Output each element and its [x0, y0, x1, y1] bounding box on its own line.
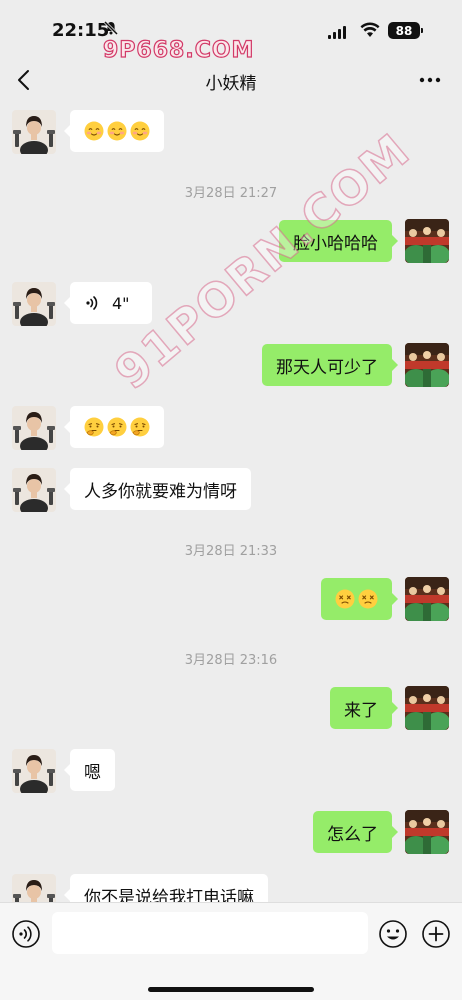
message-text: 怎么了	[327, 824, 378, 845]
my-avatar[interactable]	[405, 810, 449, 854]
cellular-signal-icon	[328, 26, 346, 39]
message-text: 嗯	[84, 762, 101, 783]
voice-message-bubble[interactable]: 4"	[64, 282, 152, 324]
contact-avatar[interactable]	[12, 874, 56, 902]
message-bubble[interactable]: 你不是说给我打电话嘛	[64, 874, 268, 903]
message-text: 那天人可少了	[276, 357, 378, 378]
message-text: 人多你就要难为情呀	[84, 481, 237, 502]
message-input[interactable]	[52, 912, 368, 954]
my-avatar[interactable]	[405, 343, 449, 387]
contact-avatar[interactable]	[12, 749, 56, 793]
my-avatar[interactable]	[405, 686, 449, 730]
message-bubble[interactable]: 来了	[330, 687, 398, 729]
contact-avatar[interactable]	[12, 110, 56, 154]
thinking-emoji-icon	[107, 417, 127, 437]
voice-duration: 4"	[112, 293, 130, 313]
contact-avatar[interactable]	[12, 406, 56, 450]
message-text: 你不是说给我打电话嘛	[84, 887, 254, 903]
message-text: 来了	[344, 700, 378, 721]
dizzy-face-emoji-icon	[335, 589, 355, 609]
message-bubble[interactable]: 那天人可少了	[262, 344, 398, 386]
message-bubble[interactable]	[321, 578, 398, 620]
my-avatar[interactable]	[405, 577, 449, 621]
message-timestamp: 3月28日 21:33	[184, 544, 278, 559]
battery-icon: 88	[388, 22, 423, 39]
smile-emoji-icon	[130, 121, 150, 141]
contact-avatar[interactable]	[12, 468, 56, 512]
voice-mode-icon[interactable]	[11, 919, 41, 949]
status-time: 22:15	[52, 20, 110, 41]
message-list[interactable]: 3月28日 21:27 脸小哈哈哈 4" 那天人可少了 人多你就要难为情呀 3月…	[0, 104, 462, 902]
input-bar	[0, 902, 462, 1000]
smile-emoji-icon	[84, 121, 104, 141]
my-avatar[interactable]	[405, 219, 449, 263]
message-bubble[interactable]: 怎么了	[313, 811, 398, 853]
emoji-picker-icon[interactable]	[378, 919, 408, 949]
more-dots-icon[interactable]	[416, 68, 444, 92]
dizzy-face-emoji-icon	[358, 589, 378, 609]
home-indicator	[148, 987, 314, 992]
voice-wave-icon	[84, 294, 102, 312]
plus-circle-icon[interactable]	[421, 919, 451, 949]
contact-avatar[interactable]	[12, 282, 56, 326]
bell-muted-icon	[103, 20, 119, 40]
thinking-emoji-icon	[84, 417, 104, 437]
message-bubble[interactable]: 嗯	[64, 749, 115, 791]
chat-title: 小妖精	[205, 74, 257, 94]
smile-emoji-icon	[107, 121, 127, 141]
message-bubble[interactable]	[64, 406, 164, 448]
message-timestamp: 3月28日 23:16	[184, 653, 278, 668]
wifi-icon	[360, 22, 380, 42]
chat-header: 小妖精	[0, 58, 462, 104]
message-bubble[interactable]	[64, 110, 164, 152]
message-bubble[interactable]: 人多你就要难为情呀	[64, 468, 251, 510]
thinking-emoji-icon	[130, 417, 150, 437]
